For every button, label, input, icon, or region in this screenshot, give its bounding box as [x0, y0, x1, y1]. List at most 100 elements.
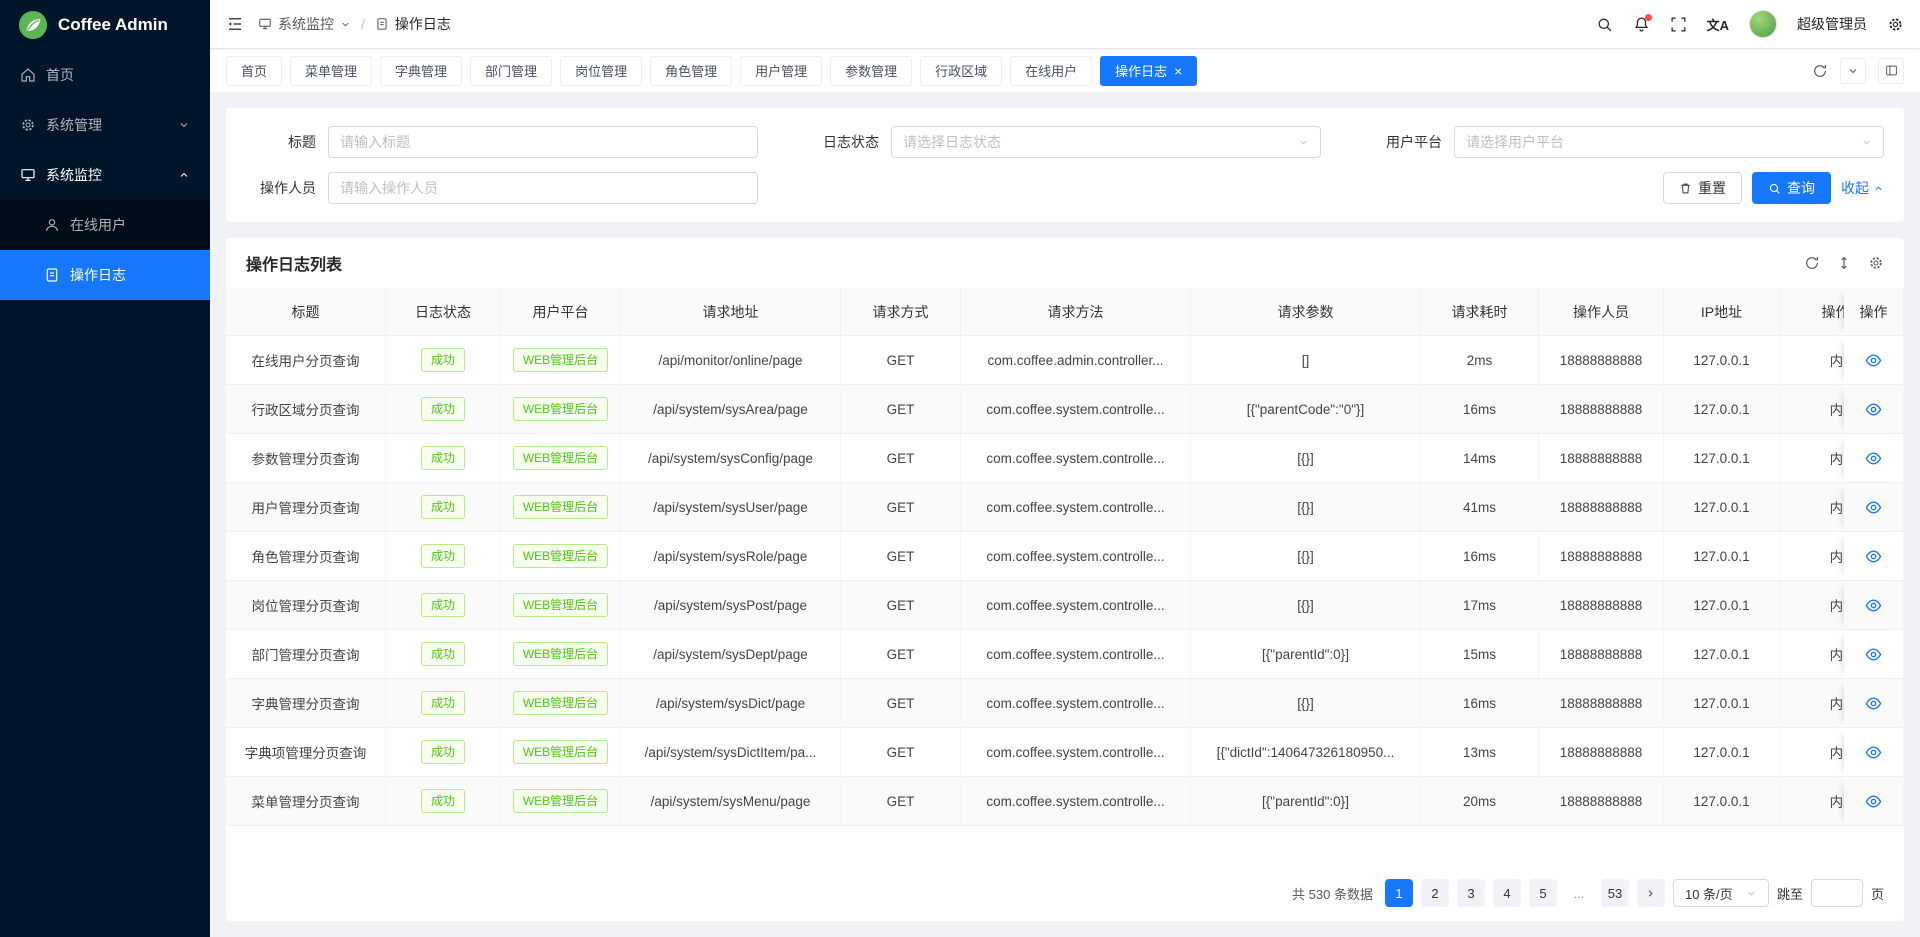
view-detail-eye-button[interactable] [1865, 450, 1882, 467]
tab-label: 操作日志 [1115, 61, 1167, 80]
logo: Coffee Admin [0, 0, 210, 50]
cell-url: /api/monitor/online/page [621, 336, 841, 385]
sidebar-item-system-monitor[interactable]: 系统监控 [0, 150, 210, 200]
sidebar-item-home[interactable]: 首页 [0, 50, 210, 100]
page-button[interactable]: 53 [1601, 879, 1629, 907]
page-button[interactable]: 5 [1529, 879, 1557, 907]
column-height-icon[interactable] [1836, 255, 1852, 271]
view-detail-eye-button[interactable] [1865, 401, 1882, 418]
status-tag: 成功 [421, 544, 465, 568]
page-button[interactable]: 2 [1421, 879, 1449, 907]
tab-item[interactable]: 字典管理 [380, 56, 462, 86]
sidebar: Coffee Admin 首页 系统管理 系统监控 在线用户 操作日志 [0, 0, 210, 937]
menu-fold-icon[interactable] [226, 15, 244, 33]
breadcrumb-item[interactable]: 系统监控 [278, 14, 334, 34]
table-settings-gear-icon[interactable] [1868, 255, 1884, 271]
user-icon [44, 217, 60, 233]
view-detail-eye-button[interactable] [1865, 744, 1882, 761]
chevron-down-icon[interactable] [340, 19, 351, 30]
page-button[interactable]: 4 [1493, 879, 1521, 907]
operator-input[interactable] [328, 172, 758, 204]
refresh-icon[interactable] [1812, 63, 1828, 79]
avatar[interactable] [1749, 10, 1777, 38]
title-input[interactable] [328, 126, 758, 158]
cell-ip: 127.0.0.1 [1664, 532, 1780, 581]
chevron-down-icon [1746, 888, 1757, 899]
tab-bar-actions [1812, 58, 1904, 84]
log-icon [375, 17, 389, 31]
tab-item[interactable]: 岗位管理 [560, 56, 642, 86]
page-button[interactable]: 1 [1385, 879, 1413, 907]
collapse-link[interactable]: 收起 [1841, 178, 1884, 198]
table-title: 操作日志列表 [246, 251, 342, 275]
status-tag: 成功 [421, 495, 465, 519]
fullscreen-icon[interactable] [1670, 16, 1687, 33]
sidebar-item-operation-log[interactable]: 操作日志 [0, 250, 210, 300]
cell-title: 参数管理分页查询 [226, 434, 386, 483]
log-status-select[interactable]: 请选择日志状态 [891, 126, 1321, 158]
chevron-down-icon [178, 119, 190, 131]
cell-method: GET [841, 777, 961, 826]
cell-status: 成功 [386, 679, 501, 728]
cell-params: [{}] [1191, 679, 1421, 728]
cell-handler: com.coffee.system.controlle... [961, 434, 1191, 483]
tab-item[interactable]: 操作日志 × [1100, 56, 1197, 86]
view-detail-eye-button[interactable] [1865, 352, 1882, 369]
cell-url: /api/system/sysConfig/page [621, 434, 841, 483]
page-size-select[interactable]: 10 条/页 [1673, 879, 1769, 907]
tab-item[interactable]: 行政区域 [920, 56, 1002, 86]
refresh-icon[interactable] [1804, 255, 1820, 271]
tab-item[interactable]: 首页 [226, 56, 282, 86]
cell-title: 在线用户分页查询 [226, 336, 386, 385]
tab-close-icon[interactable]: × [1174, 64, 1182, 78]
cell-url: /api/system/sysDept/page [621, 630, 841, 679]
jump-page-input[interactable] [1811, 879, 1863, 907]
view-detail-eye-button[interactable] [1865, 695, 1882, 712]
search-icon[interactable] [1596, 16, 1613, 33]
next-page-button[interactable] [1637, 879, 1665, 907]
view-detail-eye-button[interactable] [1865, 646, 1882, 663]
tab-label: 用户管理 [755, 61, 807, 80]
tab-item[interactable]: 角色管理 [650, 56, 732, 86]
reset-button[interactable]: 重置 [1663, 172, 1742, 204]
user-platform-select[interactable]: 请选择用户平台 [1454, 126, 1884, 158]
view-detail-eye-button[interactable] [1865, 793, 1882, 810]
cell-duration: 16ms [1421, 532, 1539, 581]
tab-item[interactable]: 部门管理 [470, 56, 552, 86]
page-list: 12345...53 [1385, 879, 1629, 907]
view-detail-eye-button[interactable] [1865, 548, 1882, 565]
settings-gear-icon[interactable] [1887, 16, 1904, 33]
sidebar-item-system-management[interactable]: 系统管理 [0, 100, 210, 150]
cell-platform: WEB管理后台 [501, 532, 621, 581]
gear-icon [20, 117, 36, 133]
translate-icon[interactable]: 文A [1707, 15, 1729, 34]
tab-item[interactable]: 用户管理 [740, 56, 822, 86]
view-detail-eye-button[interactable] [1865, 499, 1882, 516]
cell-handler: com.coffee.admin.controller... [961, 336, 1191, 385]
cell-platform: WEB管理后台 [501, 728, 621, 777]
table-tools [1804, 255, 1884, 271]
tab-bar: 首页菜单管理字典管理部门管理岗位管理角色管理用户管理参数管理行政区域在线用户操作… [210, 48, 1920, 92]
platform-tag: WEB管理后台 [513, 397, 608, 421]
table-row: 在线用户分页查询成功WEB管理后台/api/monitor/online/pag… [226, 336, 1904, 385]
cell-params: [{"parentCode":"0"}] [1191, 385, 1421, 434]
page-button[interactable]: 3 [1457, 879, 1485, 907]
tab-item[interactable]: 参数管理 [830, 56, 912, 86]
cell-params: [{}] [1191, 581, 1421, 630]
home-icon [20, 67, 36, 83]
tab-options-chevron-icon[interactable] [1840, 58, 1866, 84]
cell-ip: 127.0.0.1 [1664, 434, 1780, 483]
tab-item[interactable]: 在线用户 [1010, 56, 1092, 86]
cell-title: 角色管理分页查询 [226, 532, 386, 581]
sidebar-item-online-users[interactable]: 在线用户 [0, 200, 210, 250]
cell-title: 菜单管理分页查询 [226, 777, 386, 826]
expand-layout-icon[interactable] [1878, 58, 1904, 84]
view-detail-eye-button[interactable] [1865, 597, 1882, 614]
notification-bell-icon[interactable] [1633, 16, 1650, 33]
tab-item[interactable]: 菜单管理 [290, 56, 372, 86]
logo-icon [18, 10, 48, 40]
user-name[interactable]: 超级管理员 [1797, 14, 1867, 34]
cell-operator: 18888888888 [1539, 630, 1664, 679]
search-button[interactable]: 查询 [1752, 172, 1831, 204]
table-scroll-area[interactable]: 标题日志状态用户平台请求地址请求方式请求方法请求参数请求耗时操作人员IP地址操作… [226, 288, 1904, 826]
